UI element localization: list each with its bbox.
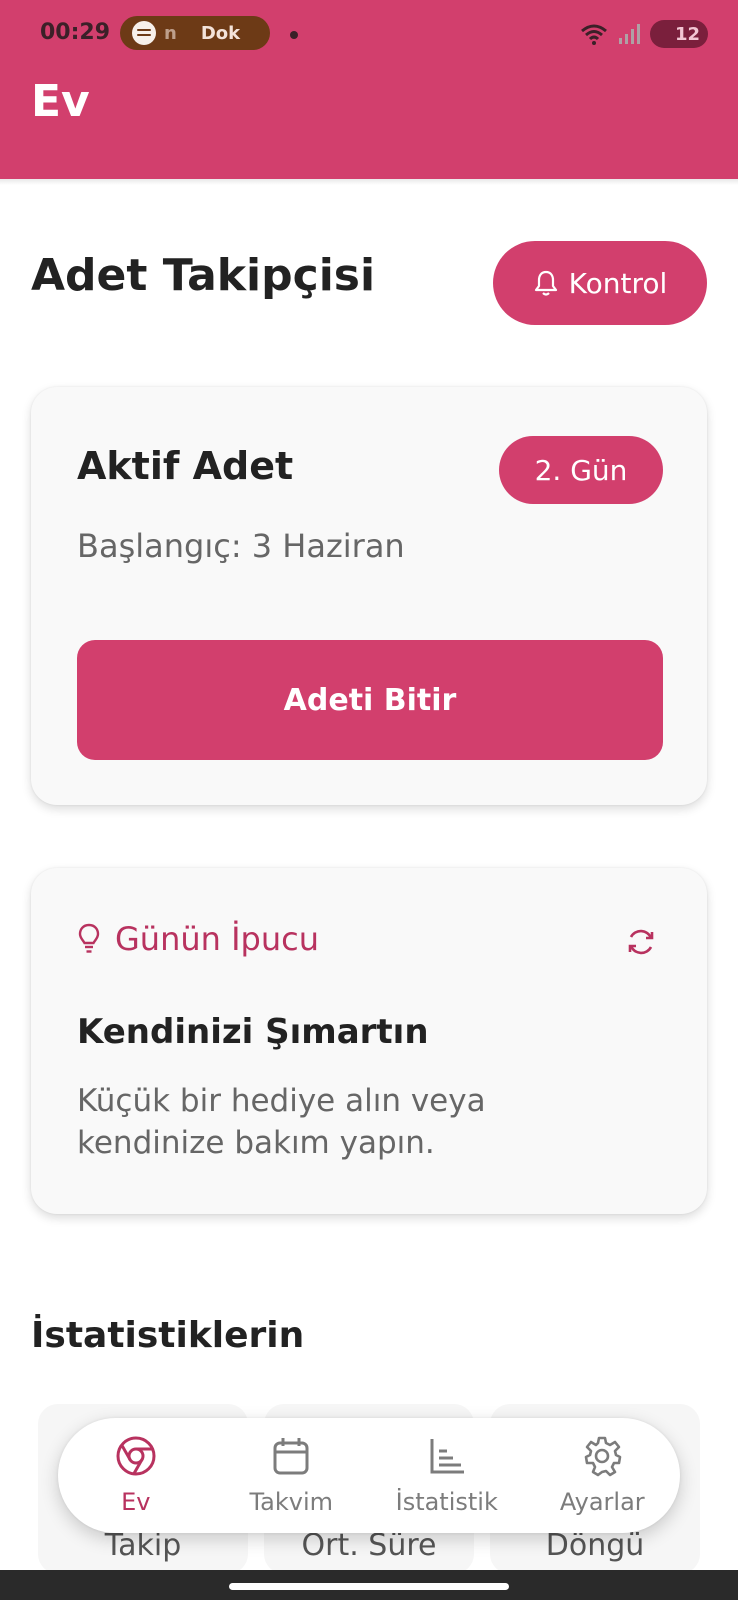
stat-card-label: Döngü — [545, 1528, 645, 1563]
tip-title: Kendinizi Şımartın — [77, 1012, 429, 1052]
gear-icon — [584, 1436, 622, 1477]
battery-level: 12 — [674, 23, 700, 45]
spotify-icon — [132, 21, 156, 45]
nav-item-statistics[interactable]: İstatistik — [369, 1418, 525, 1533]
control-button[interactable]: Kontrol — [493, 241, 707, 325]
control-button-label: Kontrol — [568, 266, 668, 300]
media-text-a: n — [164, 22, 177, 44]
page-title: Adet Takipçisi — [31, 250, 376, 301]
status-icons: 12 — [580, 20, 708, 48]
end-period-button[interactable]: Adeti Bitir — [77, 640, 663, 760]
media-text-b: Dok — [200, 22, 241, 44]
app-bar-title: Ev — [31, 76, 90, 127]
media-notification-pill[interactable]: n Dok — [120, 16, 270, 50]
day-badge-label: 2. Gün — [534, 453, 628, 487]
notification-dot — [290, 31, 298, 39]
tip-heading: Günün İpucu — [115, 920, 319, 958]
app-bar-shadow — [0, 179, 738, 185]
bottom-navigation: Ev Takvim İstatistik Ayarlar — [58, 1418, 680, 1533]
wifi-icon — [581, 24, 607, 45]
bar-chart-icon — [430, 1439, 464, 1474]
battery-indicator: 12 — [650, 20, 708, 48]
nav-item-settings[interactable]: Ayarlar — [525, 1418, 681, 1533]
nav-item-calendar[interactable]: Takvim — [214, 1418, 370, 1533]
refresh-icon[interactable] — [625, 926, 657, 958]
status-time: 00:29 — [40, 20, 111, 45]
active-period-card: Aktif Adet 2. Gün Başlangıç: 3 Haziran A… — [31, 387, 707, 805]
stat-card-label: Ort. Süre — [301, 1528, 437, 1563]
calendar-icon — [273, 1438, 309, 1475]
chrome-circle-icon — [116, 1436, 156, 1476]
tip-of-day-card: Günün İpucu Kendinizi Şımartın Küçük bir… — [31, 868, 707, 1214]
status-bar: 00:29 n Dok 12 — [0, 0, 738, 68]
stats-heading: İstatistiklerin — [31, 1315, 305, 1356]
active-period-title: Aktif Adet — [77, 444, 294, 488]
bell-icon — [534, 270, 557, 296]
lightbulb-icon — [78, 923, 100, 953]
end-period-button-label: Adeti Bitir — [283, 682, 457, 718]
tip-header: Günün İpucu — [77, 920, 319, 958]
start-date-text: Başlangıç: 3 Haziran — [77, 527, 405, 565]
day-badge: 2. Gün — [499, 436, 663, 504]
home-indicator[interactable] — [229, 1583, 509, 1590]
nav-label-statistics: İstatistik — [395, 1488, 498, 1516]
nav-label-settings: Ayarlar — [559, 1488, 645, 1516]
nav-label-calendar: Takvim — [249, 1488, 334, 1516]
nav-item-home[interactable]: Ev — [58, 1418, 214, 1533]
tip-body: Küçük bir hediye alın veya kendinize bak… — [77, 1083, 486, 1161]
stat-card-label: Takip — [104, 1528, 182, 1563]
nav-label-home: Ev — [121, 1488, 151, 1516]
signal-icon — [619, 24, 640, 44]
